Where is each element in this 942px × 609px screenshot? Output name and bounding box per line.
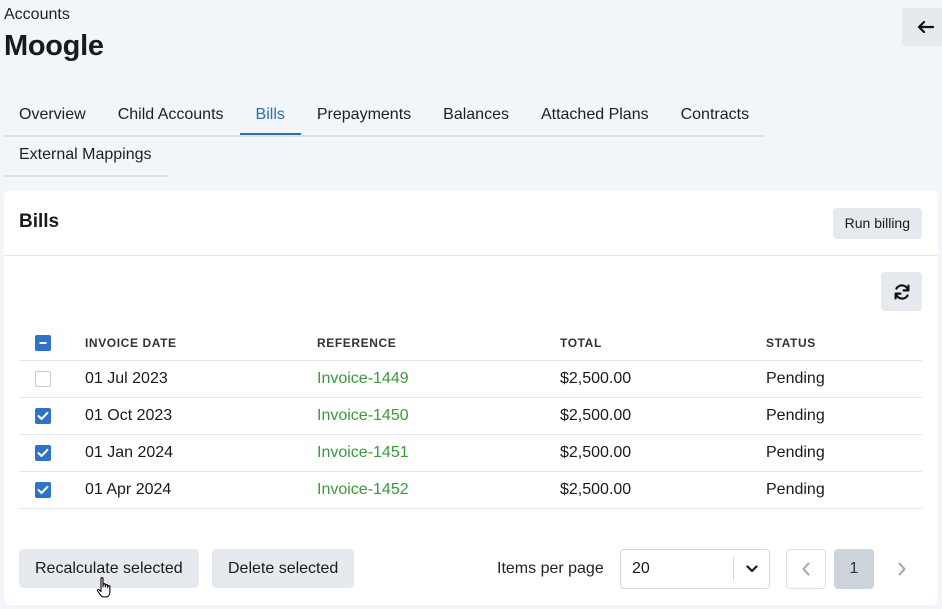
table-header-row: INVOICE DATE REFERENCE TOTAL STATUS <box>19 326 922 361</box>
invoice-date: 01 Apr 2024 <box>85 481 172 498</box>
invoice-date: 01 Oct 2023 <box>85 407 173 424</box>
invoice-total: $2,500.00 <box>560 407 632 424</box>
arrow-left-icon <box>918 21 934 33</box>
table-row[interactable]: 01 Apr 2024 Invoice-1452 $2,500.00 Pendi… <box>19 472 922 509</box>
invoice-total: $2,500.00 <box>560 481 632 498</box>
check-icon <box>37 485 49 494</box>
check-icon <box>37 411 49 420</box>
tab-balances[interactable]: Balances <box>427 97 525 135</box>
delete-selected-button[interactable]: Delete selected <box>212 549 355 588</box>
card-header: Bills Run billing <box>4 191 938 256</box>
column-header-total[interactable]: TOTAL <box>560 336 766 350</box>
items-per-page-value: 20 <box>632 560 650 577</box>
invoice-status: Pending <box>766 370 825 387</box>
table-row[interactable]: 01 Jul 2023 Invoice-1449 $2,500.00 Pendi… <box>19 361 922 398</box>
chevron-down-icon <box>745 565 758 573</box>
tab-contracts[interactable]: Contracts <box>665 97 765 135</box>
invoice-status: Pending <box>766 407 825 424</box>
row-checkbox[interactable] <box>35 408 51 424</box>
refresh-icon <box>894 283 909 300</box>
run-billing-button[interactable]: Run billing <box>832 208 922 239</box>
column-header-status[interactable]: STATUS <box>766 336 922 350</box>
card-title: Bills <box>19 211 60 232</box>
invoice-total: $2,500.00 <box>560 370 632 387</box>
chevron-right-icon <box>898 562 906 576</box>
check-icon <box>37 448 49 457</box>
minus-icon <box>39 342 47 344</box>
chevron-left-icon <box>802 562 810 576</box>
column-header-invoice-date[interactable]: INVOICE DATE <box>85 336 317 350</box>
invoice-total: $2,500.00 <box>560 444 632 461</box>
back-button[interactable] <box>902 8 942 46</box>
tab-bar-row-2: External Mappings <box>3 137 168 177</box>
breadcrumb[interactable]: Accounts <box>4 6 70 24</box>
tab-bills[interactable]: Bills <box>239 97 301 135</box>
tab-prepayments[interactable]: Prepayments <box>301 97 427 135</box>
invoice-reference-link[interactable]: Invoice-1449 <box>317 370 560 388</box>
invoice-status: Pending <box>766 444 825 461</box>
tab-overview[interactable]: Overview <box>3 97 102 135</box>
select-all-checkbox[interactable] <box>35 335 51 351</box>
invoice-date: 01 Jan 2024 <box>85 444 174 461</box>
invoice-reference-link[interactable]: Invoice-1452 <box>317 481 560 499</box>
row-checkbox[interactable] <box>35 371 51 387</box>
current-page-button[interactable]: 1 <box>834 549 874 589</box>
invoice-reference-link[interactable]: Invoice-1450 <box>317 407 560 425</box>
table-row[interactable]: 01 Oct 2023 Invoice-1450 $2,500.00 Pendi… <box>19 398 922 435</box>
table-row[interactable]: 01 Jan 2024 Invoice-1451 $2,500.00 Pendi… <box>19 435 922 472</box>
bills-card: Bills Run billing INVOICE DATE REFERENCE… <box>4 191 938 605</box>
invoice-status: Pending <box>766 481 825 498</box>
items-per-page-select[interactable]: 20 <box>620 549 770 589</box>
row-checkbox[interactable] <box>35 482 51 498</box>
page-title: Moogle <box>4 30 104 62</box>
column-header-reference[interactable]: REFERENCE <box>317 336 560 350</box>
hand-pointer-icon <box>96 577 111 598</box>
tab-child-accounts[interactable]: Child Accounts <box>102 97 240 135</box>
next-page-button[interactable] <box>882 549 922 589</box>
bills-table: INVOICE DATE REFERENCE TOTAL STATUS 01 J… <box>19 326 922 509</box>
items-per-page-label: Items per page <box>497 560 604 577</box>
tab-bar: Overview Child Accounts Bills Prepayment… <box>3 97 766 137</box>
refresh-button[interactable] <box>881 272 922 311</box>
previous-page-button[interactable] <box>786 549 826 589</box>
tab-attached-plans[interactable]: Attached Plans <box>525 97 665 135</box>
invoice-date: 01 Jul 2023 <box>85 370 168 387</box>
invoice-reference-link[interactable]: Invoice-1451 <box>317 444 560 462</box>
tab-external-mappings[interactable]: External Mappings <box>3 137 168 175</box>
row-checkbox[interactable] <box>35 445 51 461</box>
